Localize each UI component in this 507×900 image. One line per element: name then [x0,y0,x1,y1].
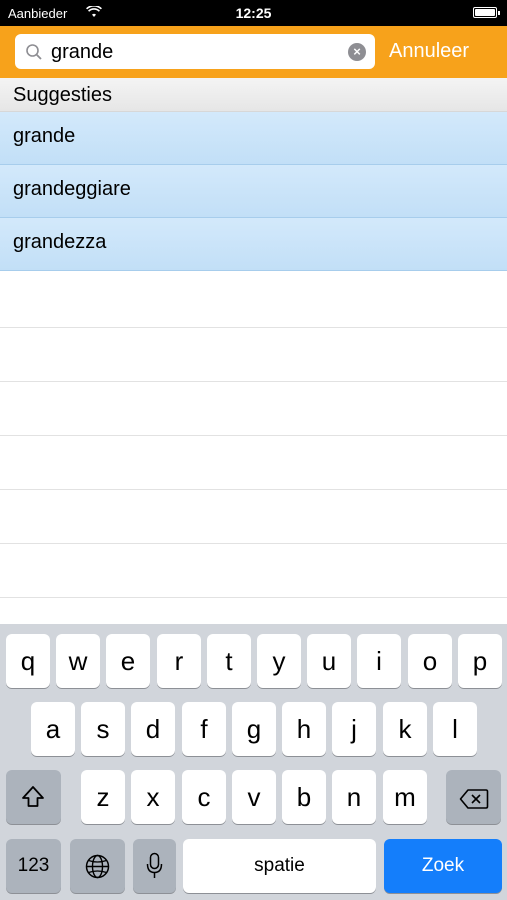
globe-icon [85,854,110,886]
clock: 12:25 [235,5,272,21]
key-r[interactable]: r [157,634,201,688]
key-label: g [246,714,262,744]
key-y[interactable]: y [257,634,301,688]
globe-key[interactable] [70,839,125,893]
list-item[interactable]: grandeggiare [0,165,507,218]
key-s[interactable]: s [81,702,125,756]
key-label: w [68,646,88,676]
key-label: f [200,714,208,744]
key-p[interactable]: p [458,634,502,688]
battery-icon [473,7,500,18]
key-g[interactable]: g [232,702,276,756]
key-label: b [296,782,312,812]
key-label: i [376,646,382,676]
list-item-label: grandeggiare [13,178,131,200]
key-label: z [96,782,110,812]
key-label: spatie [254,855,305,876]
key-m[interactable]: m [383,770,427,824]
empty-row [0,382,507,436]
list-item-label: grandezza [13,231,107,253]
key-q[interactable]: q [6,634,50,688]
shift-icon [20,784,46,817]
key-f[interactable]: f [182,702,226,756]
key-label: n [346,782,362,812]
empty-row [0,490,507,544]
status-bar: Aanbieder 12:25 [0,0,507,26]
key-o[interactable]: o [408,634,452,688]
key-d[interactable]: d [131,702,175,756]
key-label: s [96,714,110,744]
list-item-label: grande [13,125,76,147]
key-label: h [296,714,312,744]
key-label: e [120,646,136,676]
clear-icon[interactable]: × [348,43,366,61]
key-u[interactable]: u [307,634,351,688]
keyboard: q w e r t y u i o p a s d f g h j k l z … [0,624,507,900]
numbers-key[interactable]: 123 [6,839,61,893]
suggestions-header-label: Suggesties [13,84,112,106]
backspace-icon [459,786,489,817]
key-label: y [272,646,286,676]
key-z[interactable]: z [81,770,125,824]
key-label: a [45,714,61,744]
key-h[interactable]: h [282,702,326,756]
key-label: d [145,714,161,744]
key-l[interactable]: l [433,702,477,756]
key-label: j [351,714,357,744]
key-c[interactable]: c [182,770,226,824]
key-j[interactable]: j [332,702,376,756]
key-b[interactable]: b [282,770,326,824]
key-e[interactable]: e [106,634,150,688]
key-label: t [225,646,233,676]
backspace-key[interactable] [446,770,501,824]
space-key[interactable]: spatie [183,839,376,893]
key-label: p [472,646,488,676]
microphone-icon [146,852,163,887]
empty-row [0,328,507,382]
search-header: grande × Annuleer [0,26,507,78]
key-k[interactable]: k [383,702,427,756]
key-label: Zoek [421,855,465,876]
empty-row [0,274,507,328]
key-label: k [398,714,412,744]
search-input[interactable]: grande × [15,34,375,69]
key-x[interactable]: x [131,770,175,824]
empty-row [0,544,507,598]
key-label: m [394,782,416,812]
microphone-key[interactable] [133,839,176,893]
key-i[interactable]: i [357,634,401,688]
shift-key[interactable] [6,770,61,824]
key-n[interactable]: n [332,770,376,824]
key-v[interactable]: v [232,770,276,824]
key-t[interactable]: t [207,634,251,688]
key-w[interactable]: w [56,634,100,688]
list-item[interactable]: grande [0,112,507,165]
search-query: grande [51,41,114,63]
key-label: x [146,782,160,812]
key-label: r [174,646,184,676]
key-label: u [321,646,337,676]
list-item[interactable]: grandezza [0,218,507,271]
key-label: l [452,714,458,744]
cancel-button[interactable]: Annuleer [389,40,469,63]
key-label: o [422,646,438,676]
search-submit-button[interactable]: Zoek [384,839,502,893]
suggestions-header: Suggesties [0,78,507,112]
search-icon [25,43,43,61]
key-label: c [197,782,211,812]
key-label: v [247,782,261,812]
key-label: 123 [17,855,50,876]
empty-row [0,436,507,490]
key-label: q [20,646,36,676]
key-a[interactable]: a [31,702,75,756]
